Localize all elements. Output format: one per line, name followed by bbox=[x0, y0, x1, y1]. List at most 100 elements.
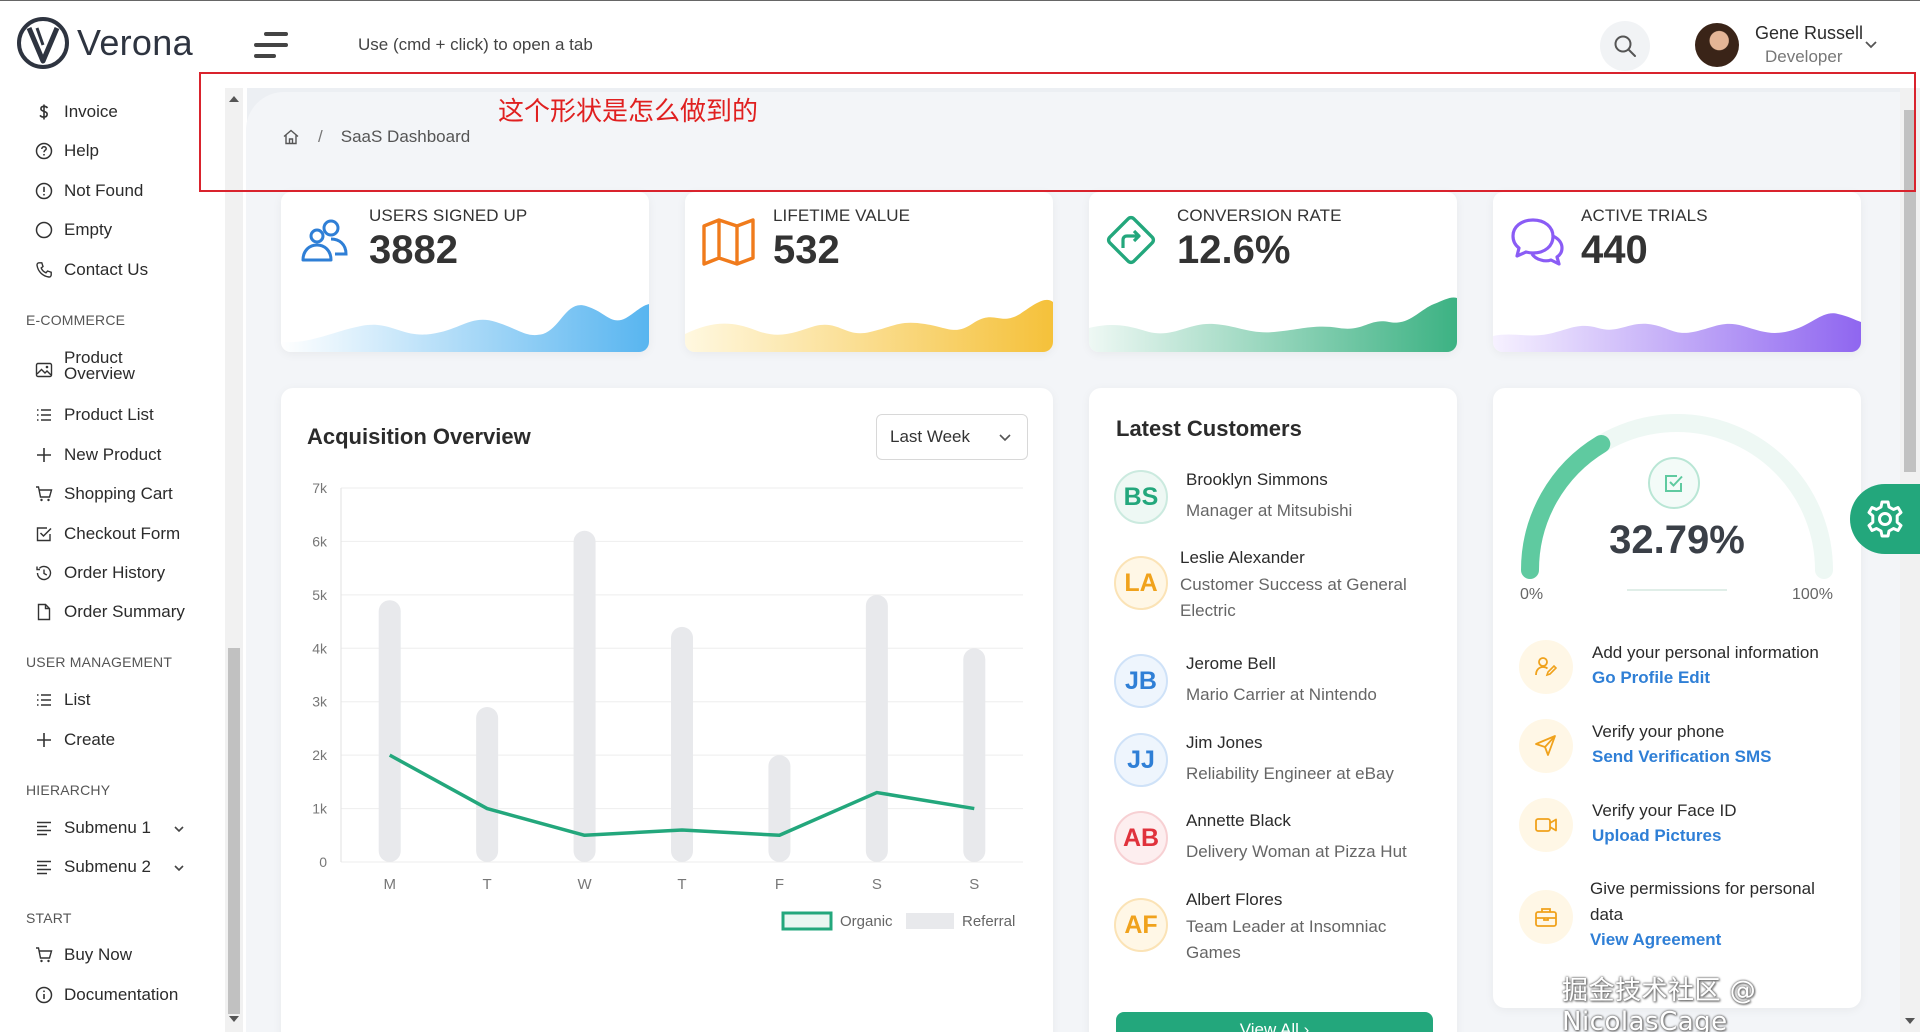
view-all-button[interactable]: View All › bbox=[1116, 1012, 1433, 1032]
customer-initials: AF bbox=[1114, 898, 1168, 952]
history-icon bbox=[34, 563, 54, 583]
user-name: Gene Russell bbox=[1755, 23, 1864, 43]
x-tick-label: W bbox=[577, 876, 592, 893]
legend-swatch-referral bbox=[906, 913, 954, 929]
sidebar-item-new-product[interactable]: New Product bbox=[34, 441, 161, 469]
customer-item[interactable]: BS Brooklyn Simmons Manager at Mitsubishi bbox=[1114, 470, 1352, 524]
stat-card-users: USERS SIGNED UP 3882 bbox=[281, 192, 649, 352]
annotation-text: 这个形状是怎么做到的 bbox=[498, 97, 759, 127]
align-left-icon bbox=[34, 857, 54, 877]
list-icon bbox=[34, 405, 54, 425]
referral-bar bbox=[378, 600, 401, 862]
x-tick-label: S bbox=[969, 876, 979, 893]
stat-value: 3882 bbox=[369, 228, 458, 272]
sidebar-item-label: List bbox=[64, 690, 91, 709]
sidebar-item-list[interactable]: List bbox=[34, 686, 90, 714]
x-tick-label: S bbox=[872, 876, 882, 893]
task-description: Give permissions for personal data bbox=[1590, 879, 1815, 924]
scroll-down-arrow-icon[interactable] bbox=[229, 1016, 239, 1022]
sidebar-item-label: Shopping Cart bbox=[64, 484, 173, 503]
customer-role: Team Leader at Insomniac Games bbox=[1186, 917, 1387, 962]
customer-item[interactable]: JJ Jim Jones Reliability Engineer at eBay bbox=[1114, 733, 1394, 787]
header-hint-text: Use (cmd + click) to open a tab bbox=[358, 35, 593, 54]
sidebar-item-help[interactable]: Help bbox=[34, 137, 99, 165]
sidebar-item-shopping-cart[interactable]: Shopping Cart bbox=[34, 480, 173, 508]
sidebar-item-order-summary[interactable]: Order Summary bbox=[34, 598, 185, 626]
stat-wave bbox=[1493, 313, 1861, 352]
customer-name: Leslie Alexander bbox=[1180, 548, 1305, 567]
directions-icon bbox=[1106, 215, 1156, 265]
sidebar-item-invoice[interactable]: Invoice bbox=[34, 98, 118, 126]
section-heading-user-management: USER MANAGEMENT bbox=[26, 654, 173, 670]
task-link[interactable]: View Agreement bbox=[1590, 930, 1850, 950]
y-tick-label: 4k bbox=[312, 640, 328, 656]
y-tick-label: 6k bbox=[312, 533, 328, 549]
sidebar-item-create[interactable]: Create bbox=[34, 726, 115, 754]
sidebar-item-product-overview[interactable]: Product Overview bbox=[34, 349, 135, 390]
acquisition-title: Acquisition Overview bbox=[307, 424, 531, 449]
stat-value: 440 bbox=[1581, 228, 1648, 272]
sidebar-item-buy-now[interactable]: Buy Now bbox=[34, 941, 132, 969]
y-tick-label: 1k bbox=[312, 801, 328, 817]
task-item: Give permissions for personal data View A… bbox=[1519, 876, 1850, 950]
stat-value: 532 bbox=[773, 228, 840, 272]
progress-max-label: 100% bbox=[1792, 586, 1833, 603]
brand-logo[interactable]: Verona bbox=[17, 17, 193, 69]
sidebar-item-label: Help bbox=[64, 141, 99, 160]
sidebar: Invoice Help Not Found Empty Contact Us … bbox=[0, 88, 225, 1032]
stat-label: ACTIVE TRIALS bbox=[1581, 206, 1708, 225]
legend-label-referral: Referral bbox=[962, 913, 1015, 930]
customer-role: Manager at Mitsubishi bbox=[1186, 501, 1353, 520]
search-button[interactable] bbox=[1600, 21, 1650, 71]
task-link[interactable]: Send Verification SMS bbox=[1592, 747, 1772, 767]
task-link[interactable]: Upload Pictures bbox=[1592, 826, 1737, 846]
sidebar-item-contact-us[interactable]: Contact Us bbox=[34, 256, 148, 284]
customer-item[interactable]: JB Jerome Bell Mario Carrier at Nintendo bbox=[1114, 654, 1377, 708]
customer-initials: JJ bbox=[1114, 733, 1168, 787]
x-tick-label: M bbox=[383, 876, 396, 893]
task-item: Verify your phone Send Verification SMS bbox=[1519, 719, 1772, 773]
sidebar-item-product-list[interactable]: Product List bbox=[34, 401, 154, 429]
referral-bar bbox=[573, 530, 596, 862]
user-profile-menu[interactable]: Gene Russell Developer bbox=[1695, 22, 1895, 68]
align-left-icon bbox=[34, 818, 54, 838]
phone-icon bbox=[34, 260, 54, 280]
chevron-down-icon[interactable] bbox=[172, 822, 186, 836]
sidebar-item-label: Order Summary bbox=[64, 602, 185, 621]
customer-role: Customer Success at General Electric bbox=[1180, 575, 1407, 620]
customer-initials: LA bbox=[1114, 556, 1168, 610]
customer-initials: BS bbox=[1114, 470, 1168, 524]
chevron-down-icon[interactable] bbox=[172, 861, 186, 875]
sidebar-item-documentation[interactable]: Documentation bbox=[34, 981, 178, 1009]
settings-button[interactable] bbox=[1850, 484, 1920, 554]
send-icon bbox=[1519, 719, 1573, 773]
comments-icon bbox=[1511, 218, 1564, 266]
section-heading-start: START bbox=[26, 910, 72, 926]
period-select[interactable]: Last Week bbox=[876, 414, 1028, 460]
sidebar-item-submenu-2[interactable]: Submenu 2 bbox=[34, 853, 151, 881]
sidebar-item-order-history[interactable]: Order History bbox=[34, 559, 165, 587]
sidebar-item-label: Not Found bbox=[64, 181, 144, 200]
period-select-value: Last Week bbox=[890, 427, 971, 446]
info-circle-icon bbox=[34, 985, 54, 1005]
dollar-icon bbox=[34, 102, 54, 122]
sidebar-item-label: Contact Us bbox=[64, 260, 149, 279]
list-icon bbox=[34, 690, 54, 710]
customer-item[interactable]: LA Leslie Alexander Customer Success at G… bbox=[1114, 548, 1416, 624]
menu-toggle-icon[interactable] bbox=[254, 31, 290, 59]
plus-icon bbox=[34, 730, 54, 750]
task-link[interactable]: Go Profile Edit bbox=[1592, 668, 1819, 688]
sidebar-item-empty[interactable]: Empty bbox=[34, 216, 112, 244]
sidebar-item-checkout-form[interactable]: Checkout Form bbox=[34, 520, 180, 548]
circle-icon bbox=[34, 220, 54, 240]
sidebar-item-submenu-1[interactable]: Submenu 1 bbox=[34, 814, 151, 842]
sidebar-item-label: Empty bbox=[64, 220, 113, 239]
task-description: Add your personal information bbox=[1592, 643, 1819, 662]
stat-card-conversion-rate: CONVERSION RATE 12.6% bbox=[1089, 192, 1457, 352]
sidebar-item-label: Buy Now bbox=[64, 945, 133, 964]
sidebar-item-not-found[interactable]: Not Found bbox=[34, 177, 143, 205]
customer-item[interactable]: AF Albert Flores Team Leader at Insomniac… bbox=[1114, 890, 1416, 966]
sidebar-scrollbar-thumb[interactable] bbox=[228, 648, 240, 1014]
y-tick-label: 0 bbox=[319, 854, 327, 870]
customer-item[interactable]: AB Annette Black Delivery Woman at Pizza … bbox=[1114, 811, 1407, 865]
